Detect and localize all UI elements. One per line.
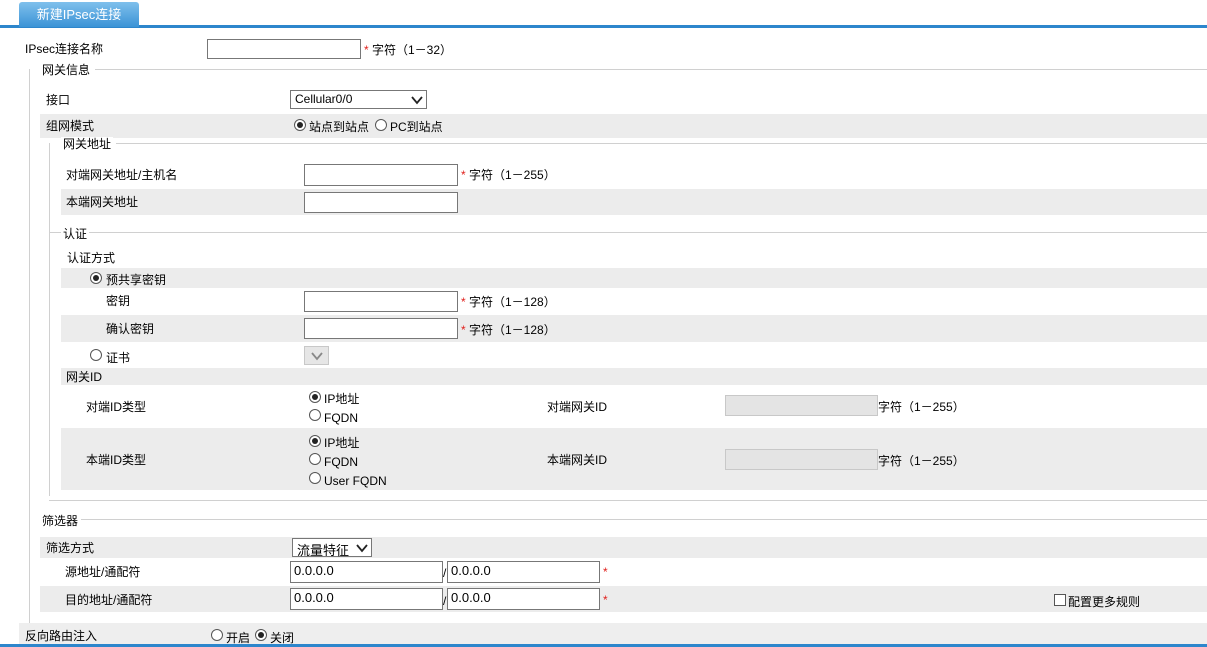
tab-underline (0, 25, 1207, 28)
more-rules-label: 配置更多规则 (1068, 595, 1141, 609)
peer-gw-id-hint: 字符（1－255） (878, 400, 965, 414)
local-id-type-label: 本端ID类型 (86, 453, 147, 467)
connection-name-input[interactable] (207, 39, 361, 59)
peer-id-type-label: 对端ID类型 (86, 400, 147, 414)
peer-id-fqdn-label: FQDN (324, 411, 358, 425)
chevron-down-icon (411, 96, 423, 105)
psk-radio[interactable] (90, 272, 102, 284)
local-address-label: 本端网关地址 (66, 195, 139, 209)
more-rules-checkbox[interactable] (1054, 594, 1066, 606)
psk-row (61, 268, 1207, 288)
local-gw-id-hint: 字符（1－255） (878, 454, 965, 468)
src-label: 源地址/通配符 (65, 565, 141, 579)
local-address-input[interactable] (304, 192, 458, 213)
peer-id-ip-radio[interactable] (309, 391, 321, 403)
local-id-user-fqdn-radio[interactable] (309, 472, 321, 484)
filter-method-row (40, 537, 1207, 558)
required-marker: * (364, 43, 369, 57)
gateway-id-label: 网关ID (66, 370, 103, 384)
dst-label: 目的地址/通配符 (65, 593, 153, 607)
filter-method-value: 流量特征 (297, 543, 350, 558)
peer-id-fqdn-radio[interactable] (309, 409, 321, 421)
cert-select[interactable] (304, 346, 329, 365)
local-id-ip-radio[interactable] (309, 435, 321, 447)
chevron-down-icon (311, 352, 323, 361)
filter-legend: 筛选器 (40, 514, 81, 528)
peer-address-hint: 字符（1－255） (469, 168, 556, 182)
tab-bar: 新建IPsec连接 (0, 0, 1207, 28)
filter-method-label: 筛选方式 (46, 541, 95, 555)
filter-method-select[interactable]: 流量特征 (292, 538, 372, 558)
interface-select[interactable]: Cellular0/0 (290, 90, 427, 109)
confirm-key-hint: 字符（1－128） (469, 323, 556, 337)
connection-name-hint: 字符（1－32） (372, 43, 453, 57)
chevron-down-icon (356, 544, 368, 553)
reverse-route-label: 反向路由注入 (25, 629, 98, 643)
interface-select-value: Cellular0/0 (295, 92, 353, 106)
filter-fieldset-top-border (81, 519, 1207, 520)
confirm-key-row (61, 315, 1207, 342)
mode-label: 组网模式 (46, 119, 95, 133)
auth-fieldset-top-border (49, 232, 1207, 233)
local-id-row (61, 428, 1207, 490)
auth-method-label: 认证方式 (67, 251, 116, 265)
dst-wildcard-input[interactable]: 0.0.0.0 (447, 588, 600, 610)
gateway-id-row (61, 368, 1207, 385)
cert-label: 证书 (106, 351, 131, 365)
dst-row (40, 586, 1207, 612)
peer-address-input[interactable] (304, 164, 458, 186)
required-marker: * (461, 323, 466, 337)
mode-pc-to-site-label: PC到站点 (390, 120, 443, 134)
required-marker: * (461, 168, 466, 182)
local-address-row (61, 189, 1207, 215)
connection-name-label: IPsec连接名称 (25, 42, 104, 56)
gateway-legend: 网关信息 (40, 63, 93, 77)
key-hint: 字符（1－128） (469, 295, 556, 309)
dst-slash: / (443, 594, 447, 608)
local-id-user-fqdn-label: User FQDN (324, 474, 387, 488)
reverse-route-off-label: 关闭 (270, 631, 295, 645)
required-marker: * (603, 565, 608, 579)
reverse-route-on-label: 开启 (226, 631, 251, 645)
mode-site-to-site-label: 站点到站点 (309, 120, 370, 134)
gateway-fieldset-top-border (95, 69, 1207, 70)
src-slash: / (443, 566, 447, 580)
peer-gw-id-input[interactable] (725, 395, 878, 416)
dst-address-input[interactable]: 0.0.0.0 (290, 588, 443, 610)
local-gw-id-label: 本端网关ID (547, 453, 608, 467)
psk-label: 预共享密钥 (106, 273, 167, 287)
local-id-fqdn-radio[interactable] (309, 453, 321, 465)
src-wildcard-input[interactable]: 0.0.0.0 (447, 561, 600, 583)
tab-new-ipsec[interactable]: 新建IPsec连接 (19, 2, 139, 27)
confirm-key-label: 确认密钥 (106, 322, 155, 336)
local-id-ip-label: IP地址 (324, 436, 360, 450)
mode-row (40, 114, 1207, 138)
src-address-input[interactable]: 0.0.0.0 (290, 561, 443, 583)
address-legend: 网关地址 (61, 137, 114, 151)
address-fieldset-top-border (116, 143, 1207, 144)
key-input[interactable] (304, 291, 458, 312)
local-id-fqdn-label: FQDN (324, 455, 358, 469)
required-marker: * (461, 295, 466, 309)
address-fieldset-left-border (49, 143, 50, 496)
mode-site-to-site-radio[interactable] (294, 119, 306, 131)
peer-gw-id-label: 对端网关ID (547, 400, 608, 414)
gateway-fieldset-left-border (29, 69, 30, 624)
reverse-route-off-radio[interactable] (255, 629, 267, 641)
confirm-key-input[interactable] (304, 318, 458, 339)
peer-address-label: 对端网关地址/主机名 (66, 168, 178, 182)
peer-id-ip-label: IP地址 (324, 392, 360, 406)
key-label: 密钥 (106, 294, 131, 308)
mode-pc-to-site-radio[interactable] (375, 119, 387, 131)
reverse-route-on-radio[interactable] (211, 629, 223, 641)
local-gw-id-input[interactable] (725, 449, 878, 470)
required-marker: * (603, 593, 608, 607)
cert-radio[interactable] (90, 349, 102, 361)
interface-label: 接口 (46, 93, 71, 107)
auth-fieldset-bottom-border (49, 500, 1207, 501)
auth-legend: 认证 (61, 227, 90, 241)
